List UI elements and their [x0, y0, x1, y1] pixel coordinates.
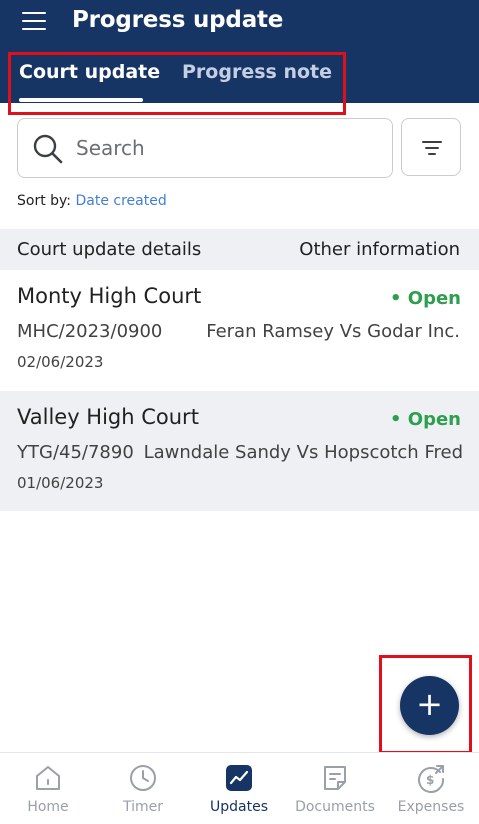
- column-header-details: Court update details: [17, 239, 202, 260]
- case-parties: Lawndale Sandy Vs Hopscotch Fred: [143, 442, 463, 463]
- nav-item-home[interactable]: Home: [0, 753, 96, 824]
- clock-icon: [130, 765, 156, 791]
- bottom-navigation: Home Timer Updates Documents $ Expenses: [0, 752, 479, 824]
- tab-progress-note[interactable]: Progress note: [182, 61, 332, 83]
- nav-item-updates[interactable]: Updates: [191, 753, 287, 824]
- page-title: Progress update: [72, 7, 284, 33]
- plus-icon: +: [416, 685, 443, 723]
- column-header-other-info: Other information: [299, 239, 460, 260]
- nav-label-documents: Documents: [295, 799, 375, 815]
- nav-item-expenses[interactable]: $ Expenses: [383, 753, 479, 824]
- list-item[interactable]: Valley High Court • Open YTG/45/7890 Law…: [0, 391, 479, 511]
- court-name: Valley High Court: [17, 405, 199, 429]
- nav-label-updates: Updates: [210, 799, 268, 815]
- status-badge: • Open: [390, 288, 461, 309]
- search-icon: [33, 134, 63, 164]
- nav-label-expenses: Expenses: [397, 799, 465, 815]
- filter-icon: [422, 141, 442, 155]
- app-bar: Progress update Court update Progress no…: [0, 0, 479, 103]
- trend-chart-icon: [226, 765, 252, 791]
- nav-item-documents[interactable]: Documents: [287, 753, 383, 824]
- list-item[interactable]: Monty High Court • Open MHC/2023/0900 Fe…: [0, 270, 479, 390]
- search-input[interactable]: [76, 129, 376, 167]
- update-date: 01/06/2023: [17, 474, 104, 492]
- active-tab-indicator: [19, 98, 143, 102]
- update-date: 02/06/2023: [17, 353, 104, 371]
- court-name: Monty High Court: [17, 284, 202, 308]
- status-badge: • Open: [390, 409, 461, 430]
- sort-row: Sort by: Date created: [17, 193, 167, 209]
- sort-label: Sort by:: [17, 193, 72, 209]
- dollar-coin-icon: $: [418, 765, 445, 793]
- hamburger-menu-icon[interactable]: [20, 10, 48, 34]
- case-number: MHC/2023/0900: [17, 321, 163, 342]
- filter-button[interactable]: [401, 118, 461, 176]
- home-icon: [36, 766, 60, 790]
- sort-value-link[interactable]: Date created: [75, 193, 166, 209]
- case-number: YTG/45/7890: [17, 442, 134, 463]
- list-header: Court update details Other information: [0, 229, 479, 270]
- case-parties: Feran Ramsey Vs Godar Inc.: [206, 321, 460, 342]
- search-box[interactable]: [17, 118, 393, 178]
- nav-label-home: Home: [27, 799, 69, 815]
- nav-item-timer[interactable]: Timer: [95, 753, 191, 824]
- document-icon: [324, 766, 346, 790]
- svg-text:$: $: [426, 773, 434, 787]
- nav-label-timer: Timer: [122, 799, 164, 815]
- tab-court-update[interactable]: Court update: [19, 61, 160, 83]
- add-update-button[interactable]: +: [400, 676, 459, 735]
